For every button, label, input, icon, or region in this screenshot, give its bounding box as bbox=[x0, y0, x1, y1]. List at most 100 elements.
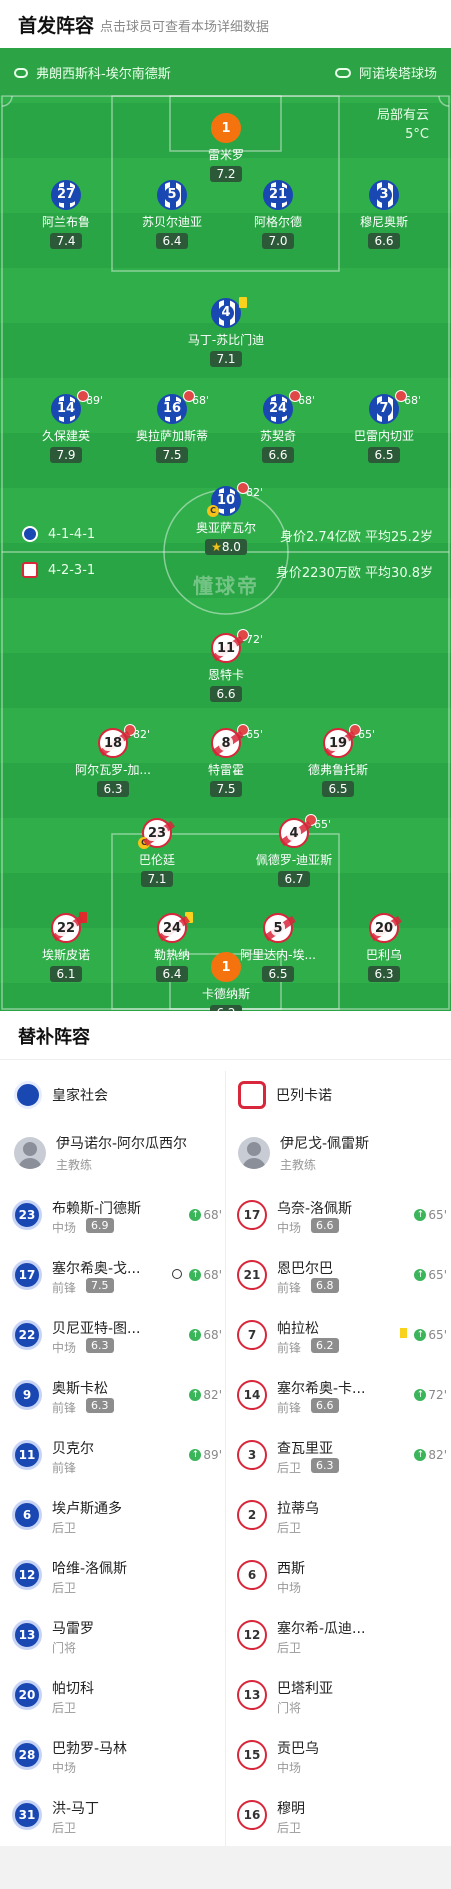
rating-value: 6.3 bbox=[103, 782, 123, 796]
weather-text: 局部有云 bbox=[376, 108, 429, 123]
shirt-number: 5 bbox=[164, 187, 180, 203]
away-player[interactable]: 65' 4 佩德罗-迪亚斯 6.7 bbox=[244, 814, 344, 887]
sub-list-item[interactable]: 13 巴塔利亚 门将 bbox=[237, 1674, 447, 1720]
shirt-number: 14 bbox=[53, 401, 79, 417]
home-player[interactable]: 21 阿格尔德 7.0 bbox=[228, 180, 328, 249]
away-player[interactable]: 82' 18 阿尔瓦罗-加... 6.3 bbox=[63, 724, 163, 797]
home-player[interactable]: 68' 7 巴雷内切亚 6.5 bbox=[334, 390, 434, 463]
sub-list-item[interactable]: 31 洪-马丁 后卫 bbox=[12, 1794, 222, 1840]
player-name: 奥亚萨瓦尔 bbox=[195, 521, 256, 535]
player-name: 巴利乌 bbox=[365, 948, 402, 962]
sub-player-rating: 6.6 bbox=[311, 1398, 339, 1413]
away-player[interactable]: 72' 11 恩特卡 6.6 bbox=[176, 629, 276, 702]
shirt-number: 7 bbox=[376, 401, 392, 417]
sub-list-item[interactable]: 15 贡巴乌 中场 bbox=[237, 1734, 447, 1780]
sub-on-minute: ↑ 82' bbox=[189, 1388, 222, 1402]
player-name: 奥拉萨加斯蒂 bbox=[135, 429, 208, 443]
sub-list-item[interactable]: 12 塞尔希-瓜迪... 后卫 bbox=[237, 1614, 447, 1660]
watermark-logo: 懂球帝 bbox=[193, 574, 259, 598]
sub-list-item[interactable]: 28 巴勃罗-马林 中场 bbox=[12, 1734, 222, 1780]
home-player[interactable]: 1 雷米罗 7.2 bbox=[176, 113, 276, 182]
shirt-icon: 13 bbox=[237, 1680, 267, 1710]
sub-player-position: 门将 bbox=[277, 1701, 302, 1715]
shirt-icon: 16 bbox=[157, 390, 195, 424]
substitution-icon bbox=[77, 390, 89, 402]
sub-list-item[interactable]: 16 穆明 后卫 bbox=[237, 1794, 447, 1840]
player-rating: 6.5 bbox=[368, 447, 400, 463]
shirt-icon: 21 bbox=[237, 1260, 267, 1290]
away-player[interactable]: 23 C 巴伦廷 7.1 bbox=[107, 818, 207, 887]
away-player[interactable]: 22 埃斯皮诺 6.1 bbox=[16, 912, 116, 982]
home-player[interactable]: 27 阿兰布鲁 7.4 bbox=[16, 180, 116, 249]
shirt-number: 23 bbox=[145, 825, 169, 841]
shirt-icon: 27 bbox=[51, 180, 81, 210]
home-player[interactable]: 82' 10 C 奥亚萨瓦尔 ★8.0 bbox=[176, 482, 276, 555]
sub-list-item[interactable]: 2 拉蒂乌 后卫 bbox=[237, 1494, 447, 1540]
home-team-header[interactable]: 皇家社会 bbox=[14, 1081, 108, 1109]
sub-list-item[interactable]: 17 塞尔希奥-戈... 前锋 7.5 ↑ 68' bbox=[12, 1254, 222, 1300]
sub-player-position: 后卫 bbox=[52, 1521, 77, 1535]
home-value-text: 身价2.74亿欧 平均25.2岁 bbox=[279, 530, 433, 545]
sub-list-item[interactable]: 6 埃卢斯通多 后卫 bbox=[12, 1494, 222, 1540]
player-rating: 6.1 bbox=[50, 966, 82, 982]
sub-on-minute: ↑ 65' bbox=[414, 1268, 447, 1282]
sub-player-position: 后卫 bbox=[277, 1461, 302, 1475]
sub-list-item[interactable]: 22 贝尼亚特-图... 中场 6.3 ↑ 68' bbox=[12, 1314, 222, 1360]
shirt-number: 3 bbox=[376, 187, 392, 203]
home-player[interactable]: 5 苏贝尔迪亚 6.4 bbox=[122, 180, 222, 249]
sub-on-minute: ↑ 68' bbox=[189, 1268, 222, 1282]
away-player[interactable]: 65' 19 德弗鲁托斯 6.5 bbox=[288, 724, 388, 797]
rating-value: 7.9 bbox=[56, 448, 76, 462]
home-player[interactable]: 89' 14 久保建英 7.9 bbox=[16, 390, 116, 463]
shirt-number: 1 bbox=[221, 959, 231, 975]
sub-list-item[interactable]: 7 帕拉松 前锋 6.2 ↑ 65' bbox=[237, 1314, 447, 1360]
sub-player-name: 巴勃罗-马林 bbox=[52, 1741, 128, 1757]
away-player[interactable]: 1卡德纳斯6.2 bbox=[176, 952, 276, 1011]
shirt-icon: 2 bbox=[237, 1500, 267, 1530]
sub-player-name: 恩巴尔巴 bbox=[277, 1261, 333, 1277]
sub-player-name: 布赖斯-门德斯 bbox=[52, 1201, 142, 1217]
sub-player-position: 门将 bbox=[52, 1641, 77, 1655]
sub-list-item[interactable]: 9 奥斯卡松 前锋 6.3 ↑ 82' bbox=[12, 1374, 222, 1420]
sub-in-arrow-icon: ↑ bbox=[414, 1269, 427, 1281]
sub-list-item[interactable]: 3 查瓦里亚 后卫 6.3 ↑ 82' bbox=[237, 1434, 447, 1480]
home-player[interactable]: 3 穆尼奥斯 6.6 bbox=[334, 180, 434, 249]
sub-list-item[interactable]: 23 布赖斯-门德斯 中场 6.9 ↑ 68' bbox=[12, 1194, 222, 1240]
sub-minute-text: 65' bbox=[428, 1208, 447, 1222]
yellow-card-icon bbox=[185, 912, 193, 923]
sub-list-item[interactable]: 14 塞尔希奥-卡... 前锋 6.6 ↑ 72' bbox=[237, 1374, 447, 1420]
sub-list-item[interactable]: 12 哈维-洛佩斯 后卫 bbox=[12, 1554, 222, 1600]
home-coach[interactable]: 伊马诺尔-阿尔瓜西尔 主教练 bbox=[14, 1133, 187, 1173]
player-rating: 6.7 bbox=[278, 871, 310, 887]
captain-icon: C bbox=[207, 505, 219, 517]
sub-list-item[interactable]: 20 帕切科 后卫 bbox=[12, 1674, 222, 1720]
player-name: 埃斯皮诺 bbox=[41, 948, 90, 962]
shirt-icon: 24 bbox=[157, 912, 193, 943]
substitution-icon bbox=[183, 390, 195, 402]
sub-list-item[interactable]: 11 贝克尔 前锋 ↑ 89' bbox=[12, 1434, 222, 1480]
sub-list-item[interactable]: 17 乌奈-洛佩斯 中场 6.6 ↑ 65' bbox=[237, 1194, 447, 1240]
shirt-icon: 10 C bbox=[207, 482, 249, 517]
home-player[interactable]: 4 马丁-苏比门迪 7.1 bbox=[176, 297, 276, 367]
home-player[interactable]: 68' 16 奥拉萨加斯蒂 7.5 bbox=[122, 390, 222, 463]
shirt-icon: 6 bbox=[12, 1500, 42, 1530]
away-coach[interactable]: 伊尼戈-佩雷斯 主教练 bbox=[238, 1133, 369, 1173]
sub-list-item[interactable]: 6 西斯 中场 bbox=[237, 1554, 447, 1600]
player-name: 卡德纳斯 bbox=[201, 987, 250, 1001]
sub-list-item[interactable]: 13 马雷罗 门将 bbox=[12, 1614, 222, 1660]
sub-player-position: 前锋 bbox=[52, 1461, 77, 1475]
sub-on-minute: ↑ 65' bbox=[414, 1328, 447, 1342]
sub-player-position: 前锋 bbox=[52, 1281, 77, 1295]
sub-player-rating: 6.3 bbox=[311, 1458, 339, 1473]
sub-player-name: 哈维-洛佩斯 bbox=[52, 1561, 128, 1577]
sub-list-item[interactable]: 21 恩巴尔巴 前锋 6.8 ↑ 65' bbox=[237, 1254, 447, 1300]
substitution-icon bbox=[289, 390, 301, 402]
home-player[interactable]: 68' 24 苏契奇 6.6 bbox=[228, 390, 328, 463]
shirt-number: 5 bbox=[271, 920, 285, 936]
player-name: 阿尔瓦罗-加... bbox=[75, 763, 151, 777]
away-team-header[interactable]: 巴列卡诺 bbox=[238, 1081, 332, 1109]
player-rating: 7.1 bbox=[141, 871, 173, 887]
away-player[interactable]: 65' 8 特雷霍 7.5 bbox=[176, 724, 276, 797]
away-player[interactable]: 20 巴利乌 6.3 bbox=[334, 913, 434, 982]
page-title: 首发阵容 bbox=[18, 15, 95, 37]
